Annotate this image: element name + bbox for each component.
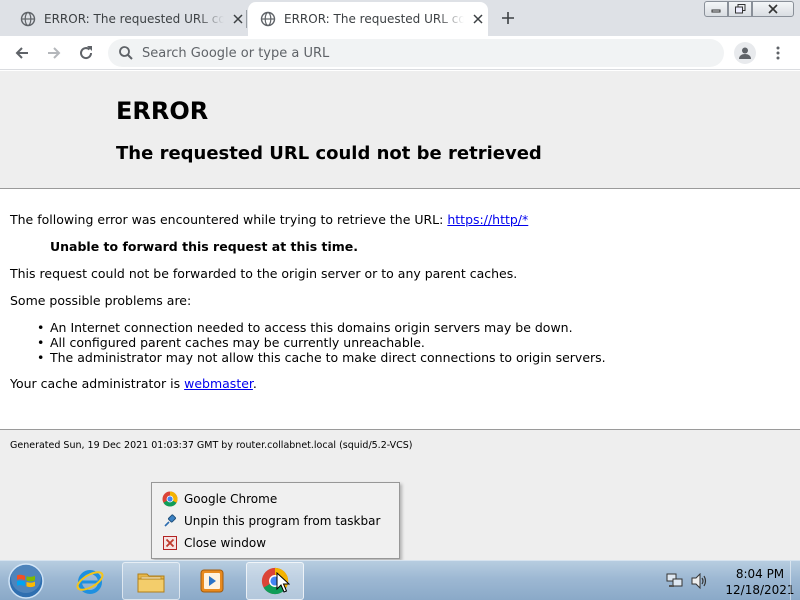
- error-detail: Unable to forward this request at this t…: [50, 239, 359, 254]
- restore-icon: [734, 4, 745, 14]
- browser-toolbar: [0, 36, 800, 70]
- windows-taskbar: 8:04 PM 12/18/2021: [0, 560, 800, 600]
- omnibox[interactable]: [108, 39, 724, 67]
- plus-icon: [502, 12, 514, 24]
- tab-title: ERROR: The requested URL could not be re…: [284, 12, 464, 26]
- omnibox-input[interactable]: [142, 45, 702, 61]
- tab-error-1[interactable]: ERROR: The requested URL could not be re…: [8, 2, 248, 36]
- intro-text: The following error was encountered whil…: [10, 212, 448, 227]
- admin-suffix: .: [252, 376, 257, 391]
- list-item: All configured parent caches may be curr…: [37, 335, 606, 350]
- show-desktop-button[interactable]: [790, 561, 800, 600]
- error-footer: Generated Sun, 19 Dec 2021 01:03:37 GMT …: [0, 429, 800, 560]
- windows-explorer-icon: [137, 573, 165, 593]
- taskbar-google-chrome[interactable]: [246, 562, 304, 600]
- jumplist-item-label: Close window: [184, 536, 267, 550]
- unpin-icon: [164, 514, 176, 527]
- media-player-icon: [200, 569, 224, 593]
- arrow-right-icon: [48, 47, 61, 59]
- taskbar-windows-explorer[interactable]: [122, 562, 180, 600]
- back-button[interactable]: [10, 41, 34, 65]
- globe-icon: [260, 11, 276, 27]
- url-link[interactable]: https://http/*: [447, 212, 528, 227]
- forward-button[interactable]: [42, 41, 66, 65]
- admin-prefix: Your cache administrator is: [10, 376, 185, 391]
- page-subtitle: The requested URL could not be retrieved: [116, 143, 542, 164]
- taskbar-media-player[interactable]: [184, 562, 240, 600]
- jumplist-item-google-chrome[interactable]: Google Chrome: [153, 488, 398, 510]
- taskbar-jump-list: Google Chrome Unpin this program from ta…: [151, 482, 400, 559]
- problems-label: Some possible problems are:: [10, 293, 192, 308]
- list-item: The administrator may not allow this cac…: [37, 350, 606, 365]
- jumplist-item-close-window[interactable]: Close window: [153, 532, 398, 554]
- tab-error-2[interactable]: ERROR: The requested URL could not be re…: [248, 2, 488, 36]
- intro-paragraph: The following error was encountered whil…: [10, 212, 528, 228]
- jumplist-item-label: Unpin this program from taskbar: [184, 514, 381, 528]
- footer-text: Generated Sun, 19 Dec 2021 01:03:37 GMT …: [10, 440, 413, 451]
- profile-button[interactable]: [734, 42, 756, 64]
- problems-list: An Internet connection needed to access …: [37, 320, 606, 365]
- volume-icon[interactable]: [690, 573, 708, 589]
- close-icon: [768, 4, 778, 14]
- internet-explorer-icon: [76, 570, 104, 594]
- list-item: An Internet connection needed to access …: [37, 320, 606, 335]
- error-header: ERROR The requested URL could not be ret…: [0, 71, 800, 189]
- taskbar-internet-explorer[interactable]: [64, 562, 116, 600]
- windows-start-icon: [8, 563, 44, 599]
- reload-button[interactable]: [74, 41, 98, 65]
- tab-title: ERROR: The requested URL could not be re…: [44, 12, 224, 26]
- webmaster-link[interactable]: webmaster: [184, 376, 253, 391]
- page-viewport: ERROR The requested URL could not be ret…: [0, 71, 800, 560]
- menu-button[interactable]: [768, 42, 788, 64]
- close-window-icon: [163, 536, 177, 550]
- more-vert-icon: [776, 46, 780, 60]
- new-tab-button[interactable]: [498, 8, 518, 28]
- tab-strip: ERROR: The requested URL could not be re…: [0, 0, 800, 36]
- window-minimize-button[interactable]: [704, 1, 728, 17]
- clock-time[interactable]: 8:04 PM: [722, 567, 798, 581]
- window-restore-button[interactable]: [728, 1, 752, 17]
- account-icon: [739, 47, 751, 59]
- tab-close-icon[interactable]: [230, 11, 246, 27]
- arrow-left-icon: [15, 47, 28, 59]
- mouse-cursor-icon: [276, 572, 290, 593]
- search-icon: [119, 46, 133, 60]
- jumplist-item-unpin[interactable]: Unpin this program from taskbar: [153, 510, 398, 532]
- network-icon[interactable]: [666, 573, 684, 589]
- start-button[interactable]: [5, 561, 47, 600]
- window-close-button[interactable]: [752, 1, 794, 17]
- system-tray: 8:04 PM 12/18/2021: [660, 561, 800, 600]
- globe-icon: [20, 11, 36, 27]
- page-title: ERROR: [116, 97, 209, 125]
- minimize-icon: [711, 9, 721, 13]
- chrome-icon: [162, 491, 178, 507]
- reload-icon: [80, 46, 93, 60]
- jumplist-item-label: Google Chrome: [184, 492, 278, 506]
- tab-separator: [246, 10, 247, 28]
- clock-date[interactable]: 12/18/2021: [722, 583, 798, 597]
- tab-close-icon[interactable]: [470, 11, 486, 27]
- error-description: This request could not be forwarded to t…: [10, 266, 518, 281]
- admin-paragraph: Your cache administrator is webmaster.: [10, 376, 257, 392]
